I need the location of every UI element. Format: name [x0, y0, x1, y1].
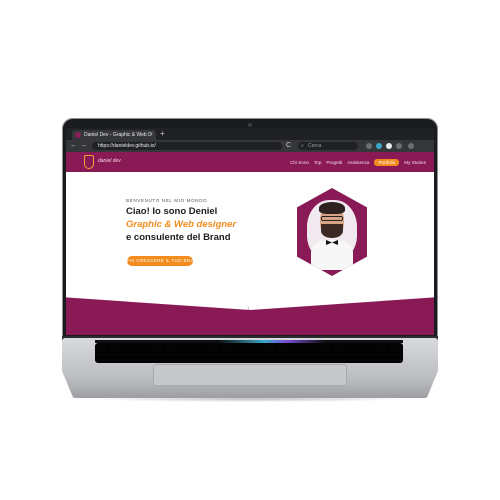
tab-title: Daniel Dev - Graphic & Web D [84, 132, 152, 138]
hero-section: ↓ BENVENUTO NEL MIO MONDO Ciao! Io sono … [66, 172, 434, 335]
camera [248, 123, 252, 127]
nav-item-portfolio[interactable]: Portfolio [374, 158, 400, 166]
search-icon: ⌕ [301, 143, 304, 149]
keyboard [95, 343, 403, 363]
hero-kicker: BENVENUTO NEL MIO MONDO [126, 198, 208, 203]
photo-hair [319, 202, 345, 214]
back-button[interactable]: ← [70, 140, 77, 152]
browser-toolbar: ← → https://danieldev.github.io/ C ⌕ Cer… [66, 140, 434, 152]
trackpad [153, 364, 347, 386]
scroll-down-icon[interactable]: ↓ [246, 304, 250, 313]
nav-item-assistenza[interactable]: Assistenza [347, 160, 369, 165]
reload-button[interactable]: C [286, 140, 291, 152]
site-header: daniel dev Chi Sono Top Progetti Assiste… [66, 152, 434, 172]
screen: Daniel Dev - Graphic & Web D × + ← → htt… [66, 128, 434, 335]
photo-glasses [321, 216, 343, 221]
search-input[interactable]: ⌕ Cerca [298, 142, 358, 150]
nav-item-chi-sono[interactable]: Chi Sono [290, 160, 309, 165]
close-tab-icon[interactable]: × [149, 130, 153, 140]
menu-icon[interactable] [408, 143, 414, 149]
photo-shirt [311, 240, 353, 270]
favicon-icon [75, 132, 81, 138]
new-tab-button[interactable]: + [160, 129, 165, 139]
nav-item-top[interactable]: Top [314, 160, 321, 165]
logo-text: daniel dev [98, 158, 121, 164]
search-placeholder: Cerca [308, 143, 322, 149]
forward-button[interactable]: → [80, 140, 87, 152]
hero-title-line2: Graphic & Web designer [126, 219, 237, 230]
extension-icon[interactable] [396, 143, 402, 149]
hero-title-line3: e consulente del Brand [126, 232, 231, 243]
address-bar[interactable]: https://danieldev.github.io/ [92, 142, 282, 150]
profile-photo [297, 188, 367, 276]
nav-item-progetti[interactable]: Progetti [326, 160, 342, 165]
browser-tab-bar: Daniel Dev - Graphic & Web D × + [66, 128, 434, 140]
hero-title-line1: Ciao! Io sono Deniel [126, 206, 218, 217]
site-logo[interactable]: daniel dev [84, 155, 144, 169]
logo-icon [84, 155, 94, 169]
cta-button[interactable]: FAI CRESCERE IL TUO BRAND [127, 256, 193, 266]
extension-icon[interactable] [386, 143, 392, 149]
site-nav: Chi Sono Top Progetti Assistenza Portfol… [290, 158, 426, 166]
browser-tab[interactable]: Daniel Dev - Graphic & Web D × [72, 130, 156, 140]
nav-item-my-stories[interactable]: My Stories [404, 160, 426, 165]
extension-icon[interactable] [366, 143, 372, 149]
photo-beard [321, 224, 343, 238]
extension-icon[interactable] [376, 143, 382, 149]
